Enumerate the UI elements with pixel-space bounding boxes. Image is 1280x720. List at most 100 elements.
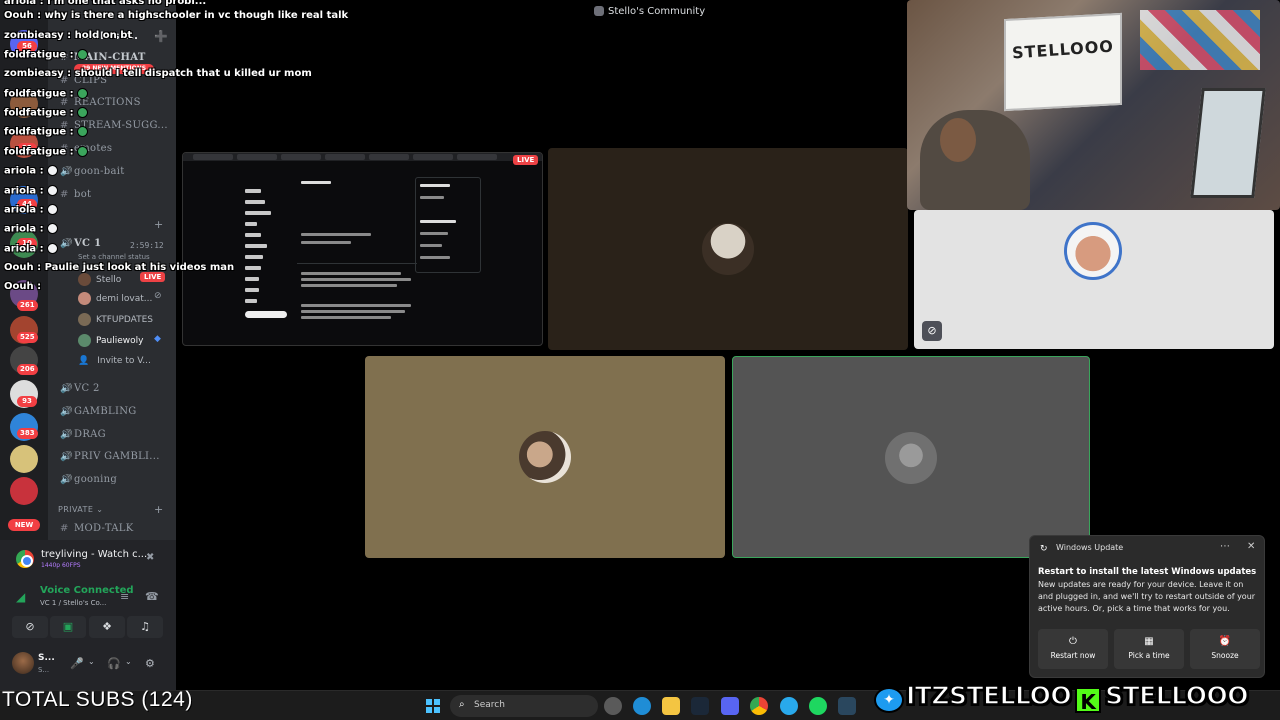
voice-connected-channel[interactable]: VC 1 / Stello's Co... (40, 599, 106, 607)
telegram-icon[interactable] (780, 697, 798, 715)
restart-now-button[interactable]: ⏻ Restart now (1038, 629, 1108, 669)
speaker-icon: 🔊 (60, 451, 73, 462)
server-mention-badge: 56 (17, 41, 37, 52)
close-icon[interactable]: ✕ (1247, 541, 1255, 552)
browser-text-line (301, 304, 411, 307)
speaker-icon: 🔊 (60, 166, 73, 177)
channel-status-placeholder[interactable]: Set a channel status (78, 253, 150, 261)
edge-icon[interactable] (633, 697, 651, 715)
add-channel-icon[interactable]: + (154, 218, 163, 231)
browser-text-line (301, 181, 331, 184)
hash-icon: # (60, 523, 69, 534)
screen-share-button[interactable]: ▣ (50, 616, 86, 638)
soundboard-button[interactable]: ♫ (127, 616, 163, 638)
participant-tile-speaking[interactable] (732, 356, 1090, 558)
button-label: Pick a time (1128, 651, 1170, 660)
current-username[interactable]: S... (38, 653, 55, 663)
speaker-icon: 🔊 (60, 238, 73, 249)
steam-icon[interactable] (691, 697, 709, 715)
server-header[interactable]: Stello's C.. ➕ (48, 22, 176, 52)
participant-tile[interactable] (548, 148, 908, 350)
disconnect-icon[interactable]: ☎ (145, 590, 159, 603)
server-mention-badge: 10 (17, 238, 37, 249)
file-explorer-icon[interactable] (662, 697, 680, 715)
browser-tab (413, 154, 453, 160)
window-title: Stello's Community (594, 6, 705, 17)
hash-icon: # (60, 143, 69, 154)
taskbar-search[interactable]: ⌕ Search (450, 695, 598, 717)
browser-sidebar-item (245, 244, 267, 248)
channel-reactions[interactable]: # REACTIONS (60, 97, 170, 115)
browser-tab (369, 154, 409, 160)
avatar[interactable] (12, 652, 34, 674)
voice-channel-gambling[interactable]: 🔊GAMBLING (60, 406, 170, 424)
windows-start-icon[interactable] (426, 699, 440, 713)
add-member-icon[interactable]: ➕ (154, 30, 168, 43)
server-icon[interactable] (10, 90, 38, 118)
chevron-down-icon[interactable]: ⌄ (125, 657, 132, 666)
steam-icon[interactable] (838, 697, 856, 715)
speaker-icon: 🔊 (60, 406, 73, 417)
channel-clips[interactable]: # CLIPS (60, 75, 170, 93)
noise-suppression-icon[interactable]: ≡ (120, 590, 129, 603)
channel-emotes[interactable]: # emotes (60, 143, 170, 161)
invite-icon: 👤 (78, 356, 90, 366)
camera-off-button[interactable]: ⊘ (12, 616, 48, 638)
browser-text-line (301, 272, 401, 275)
voice-channel-priv-gambling[interactable]: 🔊PRIV GAMBLI... (60, 451, 170, 469)
browser-sidebar-item (245, 222, 257, 226)
spotify-icon[interactable] (809, 697, 827, 715)
server-icon[interactable] (10, 445, 38, 473)
invite-to-vc[interactable]: 👤 Invite to V... (78, 356, 151, 372)
microphone-icon[interactable]: 🎤 (70, 657, 84, 670)
pick-a-time-button[interactable]: ▦ Pick a time (1114, 629, 1184, 669)
voice-channel-gooning[interactable]: 🔊gooning (60, 474, 170, 492)
channel-label: emotes (74, 143, 113, 154)
browser-text-line (420, 232, 448, 235)
current-user-status: S... (38, 666, 50, 674)
voice-channel-drag[interactable]: 🔊DRAG (60, 429, 170, 447)
channel-label: goon-bait (74, 166, 125, 177)
chevron-down-icon[interactable]: ⌄ (88, 657, 95, 666)
browser-post-button (245, 311, 287, 318)
add-channel-icon[interactable]: + (154, 503, 163, 516)
discord-icon[interactable] (721, 697, 739, 715)
chrome-icon[interactable] (750, 697, 768, 715)
category-private[interactable]: PRIVATE ⌄ (58, 505, 103, 514)
vc-member[interactable]: KTFUPDATES (78, 313, 153, 329)
server-icon[interactable] (10, 477, 38, 505)
voice-channel-vc2[interactable]: 🔊VC 2 (60, 383, 170, 401)
speaker-icon: 🔊 (60, 429, 73, 440)
twitter-icon: ✦ (874, 686, 904, 713)
category-label: PRIVATE (58, 505, 94, 514)
channel-stream-suggestions[interactable]: # STREAM-SUGG... (60, 120, 170, 138)
snooze-button[interactable]: ⏰ Snooze (1190, 629, 1260, 669)
settings-app-icon[interactable] (604, 697, 622, 715)
channel-goon-bait[interactable]: 🔊goon-bait (60, 166, 170, 184)
channel-mod-talk[interactable]: # MOD-TALK (60, 523, 170, 541)
channel-main-chat[interactable]: # MAIN-CHAT (60, 52, 170, 70)
gear-icon[interactable]: ⚙ (145, 657, 155, 670)
activities-button[interactable]: ❖ (89, 616, 125, 638)
windows-update-toast[interactable]: ↻ Windows Update ⋯ ✕ Restart to install … (1029, 535, 1265, 678)
browser-text-line (420, 184, 450, 187)
browser-text-line (301, 278, 411, 281)
browser-side-panel (415, 177, 481, 273)
channel-bot[interactable]: # bot (60, 189, 170, 207)
twitter-handle: ITZSTELLOO (905, 680, 1072, 711)
vc-member[interactable]: Stello (78, 273, 121, 289)
browser-text-line (301, 316, 391, 319)
live-badge: LIVE (140, 272, 166, 282)
invite-label: Invite to V... (97, 356, 151, 366)
vc-member[interactable]: demi lovat... (78, 292, 152, 308)
headphones-icon[interactable]: 🎧 (107, 657, 121, 670)
participant-tile[interactable] (365, 356, 725, 558)
vc-member[interactable]: Pauliewoly (78, 334, 143, 350)
new-servers-badge[interactable]: NEW (8, 519, 40, 531)
screen-share-tile[interactable]: LIVE (182, 152, 543, 346)
participant-tile[interactable] (914, 210, 1274, 349)
more-options-icon[interactable]: ⋯ (1220, 541, 1230, 552)
signal-icon[interactable]: ◢ (16, 590, 25, 604)
active-stream[interactable]: treyliving - Watch c... 1440p 60FPS ✖ (8, 548, 168, 574)
stop-stream-icon[interactable]: ✖ (146, 552, 154, 563)
